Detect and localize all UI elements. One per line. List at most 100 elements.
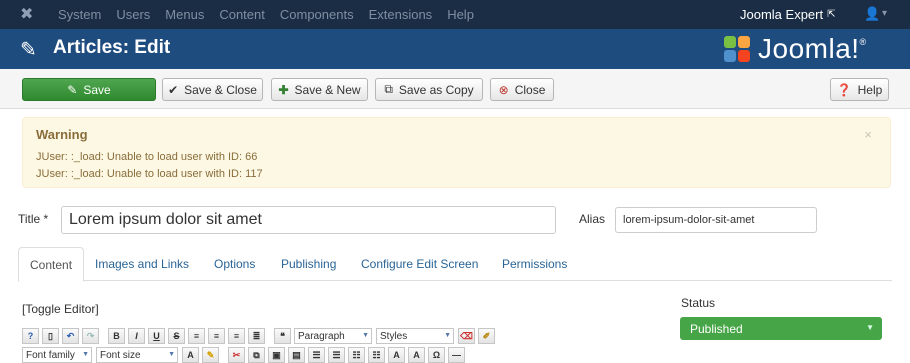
toolbar: ✎ Save ✔ Save & Close ✚ Save & New ⧉ Sav… xyxy=(0,69,910,109)
user-menu-icon[interactable]: 👤 xyxy=(864,6,880,22)
menu-help[interactable]: Help xyxy=(447,7,474,22)
alias-input[interactable]: lorem-ipsum-dolor-sit-amet xyxy=(615,207,817,233)
search-replace-icon[interactable]: ☰ xyxy=(308,347,325,363)
chevron-down-icon: ▼ xyxy=(82,351,89,358)
font-size-select[interactable]: Font size ▼ xyxy=(96,347,178,363)
highlight-icon[interactable]: ✎ xyxy=(202,347,219,363)
menu-content[interactable]: Content xyxy=(219,7,265,22)
character-map-icon[interactable]: Ω xyxy=(428,347,445,363)
close-label: Close xyxy=(514,82,546,97)
page-title: Articles: Edit xyxy=(53,37,171,58)
joomla-brand-logo: Joomla! ® xyxy=(722,33,866,65)
align-center-icon[interactable]: ≡ xyxy=(208,328,225,344)
site-link[interactable]: Joomla Expert ⇱ xyxy=(740,0,835,29)
help-button[interactable]: ❓ Help xyxy=(830,78,889,101)
cleanup-brush-icon[interactable]: ✐ xyxy=(478,328,495,344)
menu-extensions[interactable]: Extensions xyxy=(369,7,433,22)
editor-toolbar-row-2: Font family ▼ Font size ▼ A ✎ ✂ ⧉ ▣ ▤ ☰ … xyxy=(22,347,658,363)
chevron-down-icon: ▼ xyxy=(362,332,369,339)
align-justify-icon[interactable]: ≣ xyxy=(248,328,265,344)
new-document-icon[interactable]: ▯ xyxy=(42,328,59,344)
joomla-logo-icon xyxy=(722,34,752,64)
redo-icon[interactable]: ↷ xyxy=(82,328,99,344)
bullet-list-icon[interactable]: ☷ xyxy=(348,347,365,363)
chevron-down-icon[interactable]: ▾ xyxy=(882,8,887,19)
edit-tabs: Content Images and Links Options Publish… xyxy=(18,247,892,282)
chevron-down-icon: ▼ xyxy=(866,323,874,332)
blockquote-icon[interactable]: ❝ xyxy=(274,328,291,344)
save-label: Save xyxy=(83,82,111,97)
italic-icon[interactable]: I xyxy=(128,328,145,344)
top-navbar: ✖ System Users Menus Content Components … xyxy=(0,0,910,29)
tab-images-and-links[interactable]: Images and Links xyxy=(84,247,200,281)
cut-icon[interactable]: ✂ xyxy=(228,347,245,363)
help-icon[interactable]: ? xyxy=(22,328,39,344)
undo-icon[interactable]: ↶ xyxy=(62,328,79,344)
pencil-icon: ✎ xyxy=(20,39,37,61)
menu-users[interactable]: Users xyxy=(116,7,150,22)
replace-icon[interactable]: ☰ xyxy=(328,347,345,363)
cancel-icon: ⊗ xyxy=(498,82,509,97)
tab-options[interactable]: Options xyxy=(203,247,266,281)
menu-components[interactable]: Components xyxy=(280,7,354,22)
registered-mark: ® xyxy=(859,37,867,47)
paste-icon[interactable]: ▣ xyxy=(268,347,285,363)
font-size-value: Font size xyxy=(100,349,141,361)
align-left-icon[interactable]: ≡ xyxy=(188,328,205,344)
site-link-label: Joomla Expert xyxy=(740,7,824,22)
checkmark-icon: ✔ xyxy=(168,82,179,97)
superscript-icon[interactable]: A xyxy=(408,347,425,363)
status-value: Published xyxy=(690,321,743,336)
menu-menus[interactable]: Menus xyxy=(165,7,204,22)
help-label: Help xyxy=(857,82,883,97)
save-new-button[interactable]: ✚ Save & New xyxy=(271,78,368,101)
save-close-button[interactable]: ✔ Save & Close xyxy=(162,78,263,101)
alert-heading: Warning xyxy=(36,127,88,142)
subscript-icon[interactable]: A xyxy=(388,347,405,363)
title-input[interactable]: Lorem ipsum dolor sit amet xyxy=(61,206,556,234)
close-icon[interactable]: × xyxy=(864,127,872,142)
status-select[interactable]: Published ▼ xyxy=(680,317,882,340)
tab-configure-edit-screen[interactable]: Configure Edit Screen xyxy=(350,247,489,281)
joomla-admin-logo-icon[interactable]: ✖ xyxy=(20,6,38,24)
close-button[interactable]: ⊗ Close xyxy=(490,78,554,101)
font-family-value: Font family xyxy=(26,349,75,361)
alert-message: JUser: :_load: Unable to load user with … xyxy=(36,168,263,180)
strikethrough-icon[interactable]: S xyxy=(168,328,185,344)
copy-icon: ⧉ xyxy=(384,82,393,96)
format-select-value: Paragraph xyxy=(298,330,345,342)
tab-permissions[interactable]: Permissions xyxy=(491,247,578,281)
question-icon: ❓ xyxy=(836,82,852,97)
chevron-down-icon: ▼ xyxy=(444,332,451,339)
align-right-icon[interactable]: ≡ xyxy=(228,328,245,344)
toggle-editor-link[interactable]: [Toggle Editor] xyxy=(22,302,99,316)
brand-name: Joomla! xyxy=(758,33,860,64)
warning-alert: Warning JUser: :_load: Unable to load us… xyxy=(22,117,891,188)
horizontal-rule-icon[interactable]: — xyxy=(448,347,465,363)
tab-content[interactable]: Content xyxy=(18,247,85,282)
save-button[interactable]: ✎ Save xyxy=(22,78,156,101)
menu-system[interactable]: System xyxy=(58,7,101,22)
editor-toolbar-row-1: ? ▯ ↶ ↷ B I U S ≡ ≡ ≡ ≣ ❝ Paragraph ▼ St… xyxy=(22,326,658,346)
copy-icon[interactable]: ⧉ xyxy=(248,347,265,363)
format-select[interactable]: Paragraph ▼ xyxy=(294,328,372,344)
styles-select-value: Styles xyxy=(380,330,408,342)
edit-icon: ✎ xyxy=(67,82,78,97)
alias-label: Alias xyxy=(579,212,606,226)
save-as-copy-button[interactable]: ⧉ Save as Copy xyxy=(375,78,483,101)
save-new-label: Save & New xyxy=(294,82,361,97)
external-link-icon: ⇱ xyxy=(827,9,836,20)
save-close-label: Save & Close xyxy=(184,82,257,97)
styles-select[interactable]: Styles ▼ xyxy=(376,328,454,344)
tab-publishing[interactable]: Publishing xyxy=(270,247,347,281)
text-color-icon[interactable]: A xyxy=(182,347,199,363)
paste-text-icon[interactable]: ▤ xyxy=(288,347,305,363)
font-family-select[interactable]: Font family ▼ xyxy=(22,347,92,363)
alert-message: JUser: :_load: Unable to load user with … xyxy=(36,151,258,163)
numbered-list-icon[interactable]: ☷ xyxy=(368,347,385,363)
bold-icon[interactable]: B xyxy=(108,328,125,344)
save-as-copy-label: Save as Copy xyxy=(398,82,474,97)
chevron-down-icon: ▼ xyxy=(168,351,175,358)
eraser-icon[interactable]: ⌫ xyxy=(458,328,475,344)
underline-icon[interactable]: U xyxy=(148,328,165,344)
